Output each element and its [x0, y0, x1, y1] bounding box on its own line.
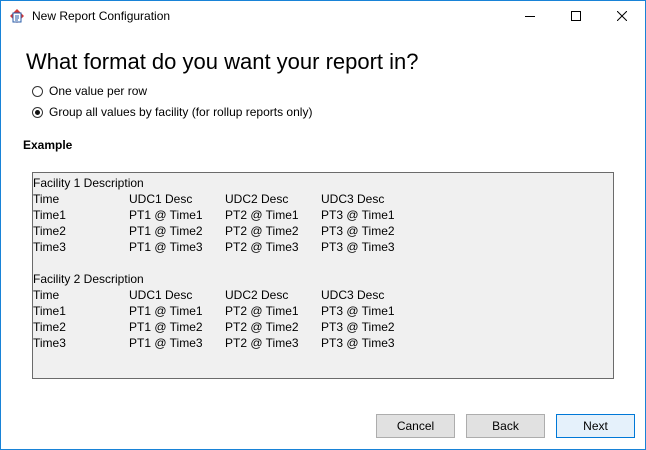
radio-button[interactable] — [32, 85, 43, 97]
table-cell: Time1 — [33, 208, 66, 222]
table-cell: PT1 @ Time2 — [129, 320, 203, 334]
example-preview: Facility 1 Description Time UDC1 Desc UD… — [32, 172, 614, 379]
table-cell: Time3 — [33, 336, 66, 350]
column-header: UDC1 Desc — [129, 192, 193, 206]
report-app-icon — [9, 8, 25, 24]
table-cell: PT2 @ Time1 — [225, 304, 299, 318]
minimize-button[interactable] — [507, 1, 553, 31]
table-cell: PT3 @ Time3 — [321, 336, 395, 350]
column-header: UDC3 Desc — [321, 192, 385, 206]
column-header: UDC1 Desc — [129, 288, 193, 302]
back-button[interactable]: Back — [466, 414, 545, 438]
cancel-button[interactable]: Cancel — [376, 414, 455, 438]
table-cell: PT2 @ Time3 — [225, 336, 299, 350]
facility-title: Facility 2 Description — [33, 272, 144, 286]
table-cell: PT1 @ Time3 — [129, 336, 203, 350]
table-cell: PT3 @ Time2 — [321, 320, 395, 334]
table-cell: PT3 @ Time3 — [321, 240, 395, 254]
example-label: Example — [23, 138, 73, 152]
column-header: Time — [33, 192, 60, 206]
column-header: UDC2 Desc — [225, 192, 289, 206]
table-cell: PT1 @ Time2 — [129, 224, 203, 238]
table-cell: PT2 @ Time3 — [225, 240, 299, 254]
table-cell: PT2 @ Time2 — [225, 224, 299, 238]
table-cell: PT3 @ Time1 — [321, 208, 395, 222]
maximize-icon — [571, 11, 581, 21]
close-icon — [617, 11, 627, 21]
next-button[interactable]: Next — [556, 414, 635, 438]
radio-button-selected[interactable] — [32, 106, 43, 118]
option-one-value-per-row[interactable]: One value per row — [32, 83, 147, 99]
minimize-icon — [525, 11, 535, 21]
close-button[interactable] — [599, 1, 645, 31]
column-header: Time — [33, 288, 60, 302]
table-cell: PT3 @ Time2 — [321, 224, 395, 238]
table-cell: PT3 @ Time1 — [321, 304, 395, 318]
column-header: UDC2 Desc — [225, 288, 289, 302]
dialog-window: New Report Configuration What format do … — [0, 0, 646, 450]
table-cell: Time2 — [33, 224, 66, 238]
radio-label: One value per row — [49, 84, 148, 98]
title-bar[interactable]: New Report Configuration — [1, 1, 645, 31]
page-heading: What format do you want your report in? — [26, 49, 419, 74]
column-header: UDC3 Desc — [321, 288, 385, 302]
maximize-button[interactable] — [553, 1, 599, 31]
table-cell: PT2 @ Time2 — [225, 320, 299, 334]
table-cell: Time2 — [33, 320, 66, 334]
option-group-by-facility[interactable]: Group all values by facility (for rollup… — [32, 104, 312, 120]
radio-label: Group all values by facility (for rollup… — [49, 105, 313, 119]
table-cell: Time3 — [33, 240, 66, 254]
table-cell: Time1 — [33, 304, 66, 318]
facility-title: Facility 1 Description — [33, 176, 144, 190]
table-cell: PT1 @ Time1 — [129, 208, 203, 222]
table-cell: PT1 @ Time3 — [129, 240, 203, 254]
window-title: New Report Configuration — [32, 9, 171, 23]
table-cell: PT2 @ Time1 — [225, 208, 299, 222]
table-cell: PT1 @ Time1 — [129, 304, 203, 318]
